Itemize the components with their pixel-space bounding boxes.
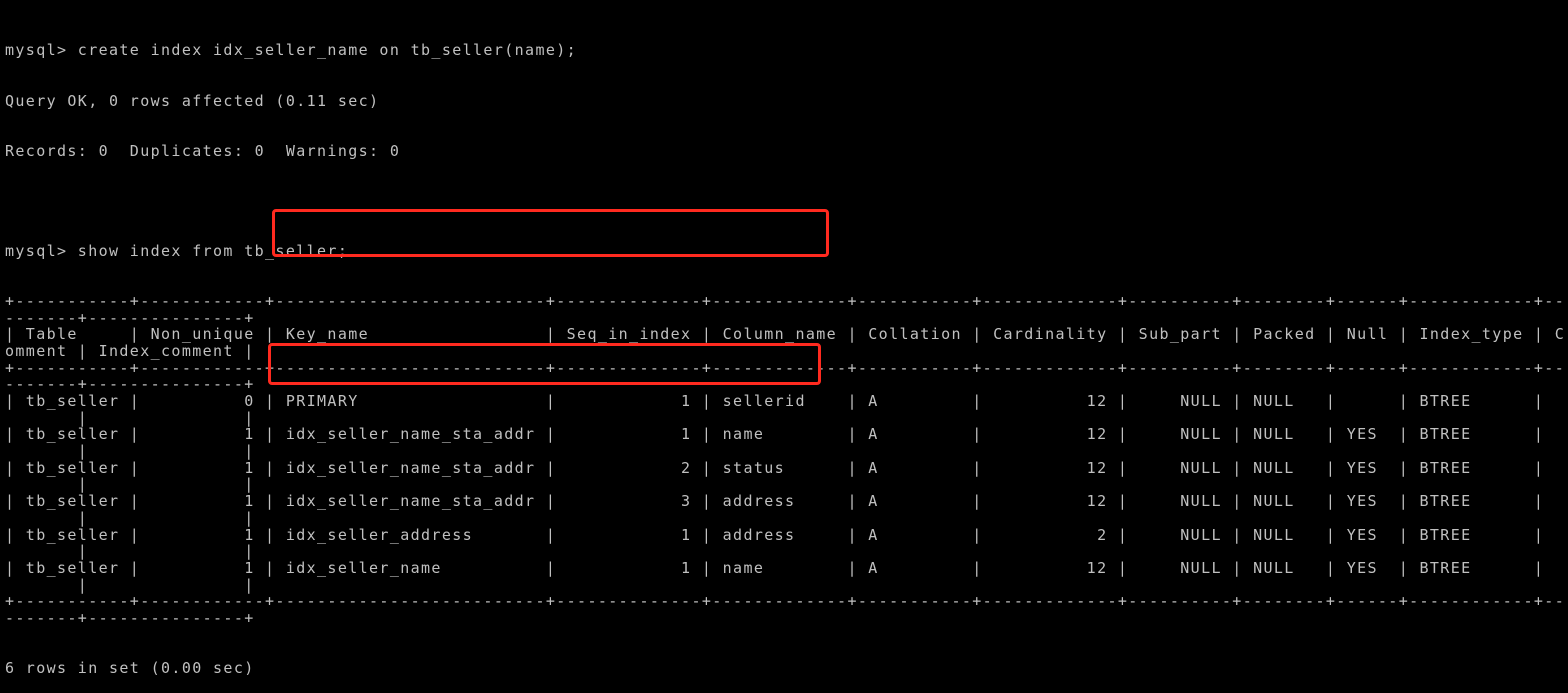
table-row: | |	[5, 508, 255, 527]
table-row: | |	[5, 475, 255, 494]
table-row: | tb_seller | 1 | idx_seller_name_sta_ad…	[5, 458, 1566, 477]
rows-in-set-footer: 6 rows in set (0.00 sec)	[5, 659, 255, 678]
table-row: | |	[5, 408, 255, 427]
query-ok-line: Query OK, 0 rows affected (0.11 sec)	[5, 91, 380, 110]
table-border: -------+---------------+	[5, 608, 255, 627]
table-row: | tb_seller | 1 | idx_seller_name | 1 | …	[5, 558, 1566, 577]
table-row: | tb_seller | 1 | idx_seller_address | 1…	[5, 525, 1566, 544]
highlight-box-idx-seller-name	[268, 343, 821, 385]
table-row: | tb_seller | 1 | idx_seller_name_sta_ad…	[5, 492, 1566, 511]
table-border: +-----------+------------+--------------…	[5, 592, 1566, 611]
records-line: Records: 0 Duplicates: 0 Warnings: 0	[5, 141, 401, 160]
command-create-index: mysql> create index idx_seller_name on t…	[5, 41, 578, 60]
table-row: | |	[5, 542, 255, 561]
table-row: | tb_seller | 1 | idx_seller_name_sta_ad…	[5, 425, 1566, 444]
table-header-row: | Table | Non_unique | Key_name | Seq_in…	[5, 325, 1566, 344]
table-border: +-----------+------------+--------------…	[5, 291, 1566, 310]
table-border: -------+---------------+	[5, 308, 255, 327]
table-row: | |	[5, 575, 255, 594]
highlight-box-composite-index-name	[272, 209, 829, 257]
table-row: | tb_seller | 0 | PRIMARY | 1 | sellerid…	[5, 392, 1566, 410]
table-row: | |	[5, 442, 255, 461]
